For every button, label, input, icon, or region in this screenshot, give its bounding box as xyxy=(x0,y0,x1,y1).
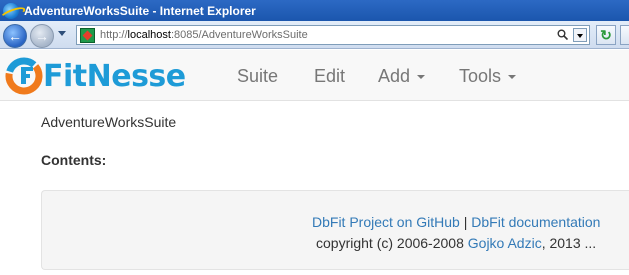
chevron-down-icon xyxy=(417,75,426,80)
menu-tools[interactable]: Tools xyxy=(459,66,517,87)
url-host: localhost xyxy=(127,29,171,41)
page-breadcrumb-title[interactable]: AdventureWorksSuite xyxy=(41,114,176,130)
page-footer: DbFit Project on GitHub | DbFit document… xyxy=(41,190,629,270)
copyright-suffix: , 2013 ... xyxy=(541,235,597,251)
refresh-icon: ↻ xyxy=(600,27,612,43)
dbfit-github-link[interactable]: DbFit Project on GitHub xyxy=(312,214,460,230)
menu-suite[interactable]: Suite xyxy=(237,66,278,87)
footer-separator: | xyxy=(463,214,468,230)
url-text[interactable]: http://localhost:8085/AdventureWorksSuit… xyxy=(100,29,308,41)
internet-explorer-icon xyxy=(3,2,19,19)
menu-edit-label: Edit xyxy=(314,66,346,86)
menu-suite-label: Suite xyxy=(237,66,279,86)
footer-copyright: copyright (c) 2006-2008 Gojko Adzic, 201… xyxy=(316,235,596,251)
copyright-text: copyright (c) 2006-2008 xyxy=(316,235,464,251)
url-path: :8085/AdventureWorksSuite xyxy=(170,29,308,41)
refresh-button[interactable] xyxy=(620,25,629,45)
dbfit-docs-link[interactable]: DbFit documentation xyxy=(471,214,600,230)
address-bar[interactable]: http://localhost:8085/AdventureWorksSuit… xyxy=(76,25,590,45)
history-dropdown-icon[interactable] xyxy=(58,31,66,36)
browser-toolbar: ← → http://localhost:8085/AdventureWorks… xyxy=(0,21,629,49)
fitnesse-logo[interactable]: FitNesse xyxy=(5,57,186,95)
site-favicon-icon xyxy=(80,28,95,43)
footer-links: DbFit Project on GitHub | DbFit document… xyxy=(312,214,600,230)
back-arrow-icon: ← xyxy=(8,28,22,44)
menu-add-label: Add xyxy=(378,66,411,86)
url-prefix: http:// xyxy=(100,29,128,41)
back-button[interactable]: ← xyxy=(3,24,27,48)
fitnesse-logo-icon xyxy=(5,57,43,95)
chevron-down-icon xyxy=(508,75,517,80)
menu-add[interactable]: Add xyxy=(378,66,426,87)
search-icon[interactable] xyxy=(557,29,568,40)
compatibility-view-button[interactable]: ↻ xyxy=(596,25,616,45)
forward-button[interactable]: → xyxy=(30,24,54,48)
forward-arrow-icon: → xyxy=(35,28,49,44)
author-link[interactable]: Gojko Adzic xyxy=(468,235,542,251)
contents-heading: Contents: xyxy=(41,152,107,168)
menu-tools-label: Tools xyxy=(459,66,502,86)
window-titlebar: AdventureWorksSuite - Internet Explorer xyxy=(0,0,629,21)
address-dropdown-icon[interactable] xyxy=(573,28,587,42)
fitnesse-brand-text: FitNesse xyxy=(43,58,186,94)
window-title: AdventureWorksSuite - Internet Explorer xyxy=(24,3,256,18)
fitnesse-navbar: FitNesse Suite Edit Add Tools xyxy=(0,50,629,101)
menu-edit[interactable]: Edit xyxy=(314,66,345,87)
